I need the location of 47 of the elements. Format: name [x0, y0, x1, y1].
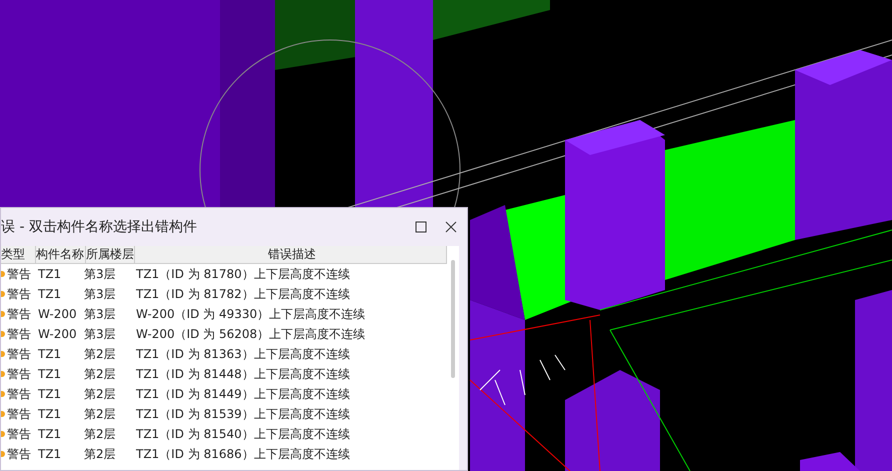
table-cell[interactable]: TZ1 [35, 285, 83, 303]
table-cell: 警告 [1, 445, 35, 463]
table-cell: 警告 [1, 285, 35, 303]
table-cell-text: TZ1（ID 为 81780）上下层高度不连续 [135, 266, 351, 283]
column-header[interactable]: 构件名称 [36, 246, 86, 263]
table-cell[interactable]: W-200 [35, 325, 83, 343]
table-cell[interactable]: TZ1 [35, 405, 83, 423]
table-cell[interactable]: W-200 [35, 305, 83, 323]
scrollbar-thumb[interactable] [451, 260, 455, 378]
table-cell-text: TZ1（ID 为 81448）上下层高度不连续 [135, 366, 351, 383]
table-cell: 警告 [1, 425, 35, 443]
table-cell[interactable]: TZ1 [35, 365, 83, 383]
table-cell-text: 第2层 [83, 346, 117, 363]
table-cell[interactable]: TZ1 [35, 425, 83, 443]
table-cell[interactable]: TZ1 [35, 445, 83, 463]
table-cell[interactable]: TZ1 [35, 265, 83, 283]
table-cell-text: TZ1（ID 为 81449）上下层高度不连续 [135, 386, 351, 403]
table-cell-text: W-200（ID 为 56208）上下层高度不连续 [135, 326, 366, 343]
table-cell-text: W-200（ID 为 49330）上下层高度不连续 [135, 306, 366, 323]
column-header[interactable]: 所属楼层 [86, 246, 135, 263]
table-cell-text: 第2层 [83, 386, 117, 403]
table-cell-text: 第2层 [83, 446, 117, 463]
table-cell[interactable]: TZ1 [35, 345, 83, 363]
table-cell-text: 第2层 [83, 426, 117, 443]
table-cell-text: TZ1（ID 为 81539）上下层高度不连续 [135, 406, 351, 423]
maximize-icon[interactable] [415, 221, 427, 233]
table-cell-text: 第2层 [83, 366, 117, 383]
table-cell-text: TZ1（ID 为 81782）上下层高度不连续 [135, 286, 351, 303]
table-cell-text: 第3层 [83, 286, 117, 303]
table-cell: 警告 [1, 305, 35, 323]
table-cell-text: 第3层 [83, 326, 117, 343]
table-cell-text: 第3层 [83, 306, 117, 323]
table-cell: 警告 [1, 405, 35, 423]
table-cell-text: TZ1（ID 为 81686）上下层高度不连续 [135, 446, 351, 463]
table-cell[interactable]: TZ1 [35, 385, 83, 403]
table-cell-text: TZ1（ID 为 81540）上下层高度不连续 [135, 426, 351, 443]
table-cell: 警告 [1, 265, 35, 283]
table-cell-text: 第3层 [83, 266, 117, 283]
table-cell: 警告 [1, 345, 35, 363]
table-cell: 警告 [1, 325, 35, 343]
close-icon[interactable] [445, 221, 457, 233]
table-cell: 警告 [1, 365, 35, 383]
table-cell-text: 第2层 [83, 406, 117, 423]
column-header[interactable]: 类型 [1, 246, 36, 263]
window-title: 误 - 双击构件名称选择出错构件 [1, 218, 198, 236]
table-cell-text: TZ1（ID 为 81363）上下层高度不连续 [135, 346, 351, 363]
table-cell: 警告 [1, 385, 35, 403]
